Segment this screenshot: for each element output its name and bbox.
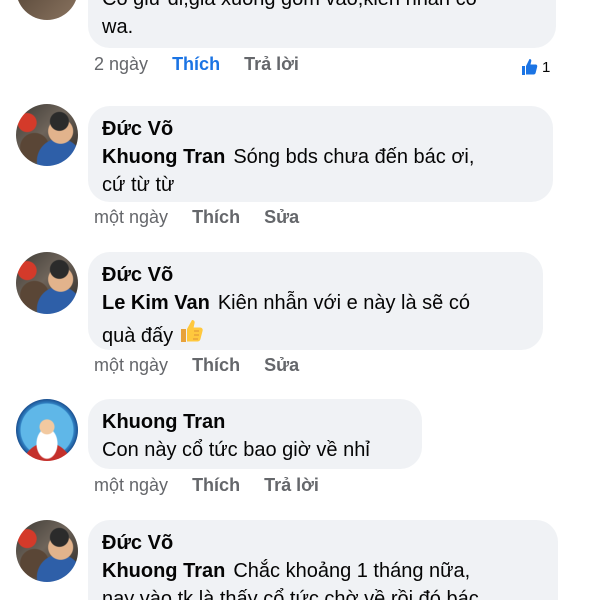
comment-author[interactable]: Đức Võ <box>102 261 529 289</box>
comment-bubble: Đức Võ Le Kim Van Kiên nhẫn với e này là … <box>88 252 543 350</box>
like-reaction-icon <box>520 57 540 77</box>
like-button[interactable]: Thích <box>192 353 240 377</box>
comment-bubble: Đức Võ Khuong Tran Chắc khoảng 1 tháng nữ… <box>88 520 558 600</box>
comment-text-line-2: nay vào tk là thấy cổ tức chờ về rồi đó … <box>102 588 479 600</box>
comment-text: Chắc khoảng 1 tháng nữa, <box>233 560 471 582</box>
comment-timestamp[interactable]: 2 ngày <box>94 52 148 76</box>
comment-actions: 2 ngày Thích Trả lời <box>94 52 318 76</box>
avatar[interactable] <box>16 104 78 166</box>
comment-text-line-2: cứ từ từ <box>102 174 175 196</box>
avatar[interactable] <box>16 0 78 20</box>
reply-button[interactable]: Trả lời <box>264 473 319 497</box>
comment-text: Sóng bds chưa đến bác ơi, <box>233 146 475 168</box>
comment-timestamp[interactable]: một ngày <box>94 473 168 497</box>
comment-timestamp[interactable]: một ngày <box>94 353 168 377</box>
comment-bubble: Đức Võ Khuong Tran Sóng bds chưa đến bác … <box>88 106 553 202</box>
avatar[interactable] <box>16 252 78 314</box>
comment-author[interactable]: Khuong Tran <box>102 408 408 436</box>
comment-author[interactable]: Đức Võ <box>102 529 544 557</box>
avatar[interactable] <box>16 399 78 461</box>
reply-button[interactable]: Trả lời <box>244 52 299 76</box>
mention-link[interactable]: Khuong Tran <box>102 146 225 168</box>
edit-button[interactable]: Sửa <box>264 353 299 377</box>
mention-link[interactable]: Khuong Tran <box>102 560 225 582</box>
comment-text-line-2: wa. <box>102 16 134 38</box>
like-count: 1 <box>542 58 551 76</box>
comment-text: Con này cổ tức bao giờ về nhỉ <box>102 439 370 461</box>
like-button[interactable]: Thích <box>192 205 240 229</box>
comment-text-line-2: quà đấy <box>102 325 174 347</box>
comment-actions: một ngày Thích Trả lời <box>94 473 338 497</box>
comment-text: Kiên nhẫn với e này là sẽ có <box>217 292 470 314</box>
edit-button[interactable]: Sửa <box>264 205 299 229</box>
comment-bubble: Khuong Tran Con này cổ tức bao giờ về nh… <box>88 399 422 469</box>
comment-actions: một ngày Thích Sửa <box>94 205 318 229</box>
avatar[interactable] <box>16 520 78 582</box>
mention-link[interactable]: Le Kim Van <box>102 292 210 314</box>
reaction-count[interactable]: 1 <box>520 57 550 77</box>
comment-text: Cổ giữ đi,giá xuống gom vào,kiên nhẫn có <box>102 0 542 13</box>
like-button[interactable]: Thích <box>172 52 220 76</box>
thumbs-up-icon <box>177 317 205 353</box>
comment-author[interactable]: Đức Võ <box>102 115 539 143</box>
comment-bubble: Cổ giữ đi,giá xuống gom vào,kiên nhẫn có… <box>88 0 556 48</box>
comment-actions: một ngày Thích Sửa <box>94 353 318 377</box>
comment-thread: Cổ giữ đi,giá xuống gom vào,kiên nhẫn có… <box>0 0 600 600</box>
comment-timestamp[interactable]: một ngày <box>94 205 168 229</box>
like-button[interactable]: Thích <box>192 473 240 497</box>
